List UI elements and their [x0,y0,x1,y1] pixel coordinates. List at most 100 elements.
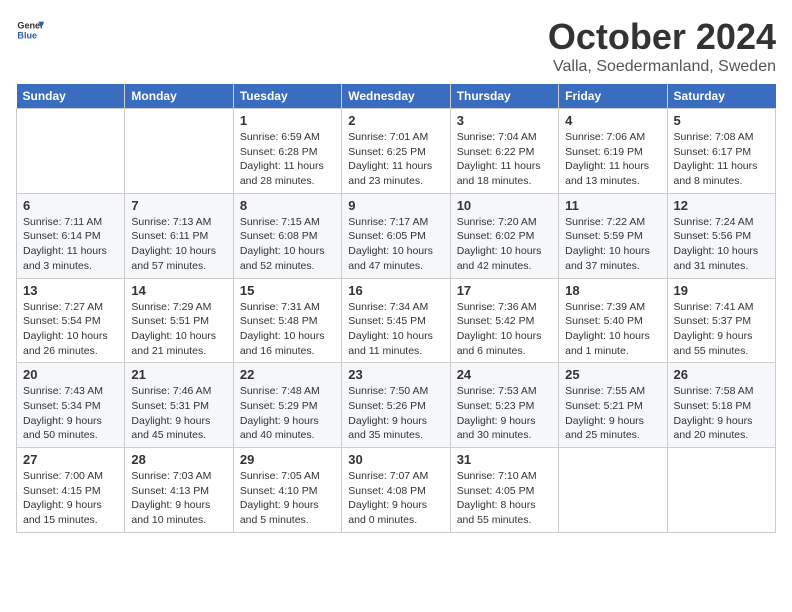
calendar-day-cell: 2 Sunrise: 7:01 AM Sunset: 6:25 PM Daylig… [342,109,450,194]
calendar-day-cell: 16 Sunrise: 7:34 AM Sunset: 5:45 PM Dayli… [342,278,450,363]
day-info: Sunrise: 7:31 AM Sunset: 5:48 PM Dayligh… [240,300,335,359]
day-info: Sunrise: 7:58 AM Sunset: 5:18 PM Dayligh… [674,384,769,443]
day-number: 15 [240,283,335,298]
day-info: Sunrise: 7:43 AM Sunset: 5:34 PM Dayligh… [23,384,118,443]
day-number: 23 [348,367,443,382]
day-info: Sunrise: 7:15 AM Sunset: 6:08 PM Dayligh… [240,215,335,274]
calendar-day-cell: 19Sunrise: 7:41 AM Sunset: 5:37 PM Dayli… [667,278,775,363]
day-info: Sunrise: 7:34 AM Sunset: 5:45 PM Dayligh… [348,300,443,359]
calendar-day-cell: 9 Sunrise: 7:17 AM Sunset: 6:05 PM Daylig… [342,193,450,278]
day-info: Sunrise: 7:39 AM Sunset: 5:40 PM Dayligh… [565,300,660,359]
calendar-day-cell [17,109,125,194]
day-number: 27 [23,452,118,467]
month-title: October 2024 [548,16,776,58]
day-info: Sunrise: 7:05 AM Sunset: 4:10 PM Dayligh… [240,469,335,528]
calendar-day-cell: 23 Sunrise: 7:50 AM Sunset: 5:26 PM Dayli… [342,363,450,448]
calendar-week-row: 6 Sunrise: 7:11 AM Sunset: 6:14 PM Daylig… [17,193,776,278]
calendar-day-cell: 18 Sunrise: 7:39 AM Sunset: 5:40 PM Dayli… [559,278,667,363]
day-number: 16 [348,283,443,298]
weekday-header: Friday [559,84,667,109]
weekday-header: Sunday [17,84,125,109]
weekday-header: Saturday [667,84,775,109]
calendar-day-cell: 3 Sunrise: 7:04 AM Sunset: 6:22 PM Daylig… [450,109,558,194]
calendar-day-cell: 5Sunrise: 7:08 AM Sunset: 6:17 PM Daylig… [667,109,775,194]
day-number: 25 [565,367,660,382]
calendar-day-cell: 10 Sunrise: 7:20 AM Sunset: 6:02 PM Dayli… [450,193,558,278]
day-number: 18 [565,283,660,298]
day-number: 21 [131,367,226,382]
day-number: 1 [240,113,335,128]
logo: General Blue [16,16,44,44]
calendar-day-cell: 17 Sunrise: 7:36 AM Sunset: 5:42 PM Dayli… [450,278,558,363]
calendar-week-row: 20 Sunrise: 7:43 AM Sunset: 5:34 PM Dayli… [17,363,776,448]
day-number: 6 [23,198,118,213]
page-header: General Blue October 2024 Valla, Soederm… [16,16,776,76]
day-info: Sunrise: 7:03 AM Sunset: 4:13 PM Dayligh… [131,469,226,528]
weekday-header: Tuesday [233,84,341,109]
calendar-week-row: 1Sunrise: 6:59 AM Sunset: 6:28 PM Daylig… [17,109,776,194]
calendar-day-cell: 31Sunrise: 7:10 AM Sunset: 4:05 PM Dayli… [450,448,558,533]
calendar-table: SundayMondayTuesdayWednesdayThursdayFrid… [16,84,776,533]
day-info: Sunrise: 7:13 AM Sunset: 6:11 PM Dayligh… [131,215,226,274]
day-info: Sunrise: 7:53 AM Sunset: 5:23 PM Dayligh… [457,384,552,443]
day-number: 30 [348,452,443,467]
day-info: Sunrise: 7:11 AM Sunset: 6:14 PM Dayligh… [23,215,118,274]
calendar-day-cell: 11 Sunrise: 7:22 AM Sunset: 5:59 PM Dayli… [559,193,667,278]
weekday-header: Thursday [450,84,558,109]
day-number: 22 [240,367,335,382]
day-info: Sunrise: 7:04 AM Sunset: 6:22 PM Dayligh… [457,130,552,189]
day-info: Sunrise: 7:22 AM Sunset: 5:59 PM Dayligh… [565,215,660,274]
day-number: 26 [674,367,769,382]
calendar-day-cell: 14 Sunrise: 7:29 AM Sunset: 5:51 PM Dayli… [125,278,233,363]
day-number: 2 [348,113,443,128]
location-subtitle: Valla, Soedermanland, Sweden [548,58,776,76]
day-number: 17 [457,283,552,298]
day-info: Sunrise: 7:36 AM Sunset: 5:42 PM Dayligh… [457,300,552,359]
day-number: 13 [23,283,118,298]
calendar-week-row: 27Sunrise: 7:00 AM Sunset: 4:15 PM Dayli… [17,448,776,533]
calendar-day-cell: 6 Sunrise: 7:11 AM Sunset: 6:14 PM Daylig… [17,193,125,278]
calendar-day-cell: 30 Sunrise: 7:07 AM Sunset: 4:08 PM Dayli… [342,448,450,533]
calendar-day-cell: 21 Sunrise: 7:46 AM Sunset: 5:31 PM Dayli… [125,363,233,448]
calendar-day-cell: 20 Sunrise: 7:43 AM Sunset: 5:34 PM Dayli… [17,363,125,448]
day-number: 3 [457,113,552,128]
calendar-day-cell: 27Sunrise: 7:00 AM Sunset: 4:15 PM Dayli… [17,448,125,533]
calendar-day-cell: 4 Sunrise: 7:06 AM Sunset: 6:19 PM Daylig… [559,109,667,194]
day-info: Sunrise: 7:55 AM Sunset: 5:21 PM Dayligh… [565,384,660,443]
day-info: Sunrise: 7:29 AM Sunset: 5:51 PM Dayligh… [131,300,226,359]
calendar-day-cell: 28Sunrise: 7:03 AM Sunset: 4:13 PM Dayli… [125,448,233,533]
day-info: Sunrise: 7:50 AM Sunset: 5:26 PM Dayligh… [348,384,443,443]
day-info: Sunrise: 7:06 AM Sunset: 6:19 PM Dayligh… [565,130,660,189]
day-number: 4 [565,113,660,128]
day-number: 11 [565,198,660,213]
svg-text:Blue: Blue [17,30,37,40]
day-info: Sunrise: 7:24 AM Sunset: 5:56 PM Dayligh… [674,215,769,274]
calendar-day-cell [667,448,775,533]
calendar-day-cell: 12Sunrise: 7:24 AM Sunset: 5:56 PM Dayli… [667,193,775,278]
day-number: 20 [23,367,118,382]
day-info: Sunrise: 7:41 AM Sunset: 5:37 PM Dayligh… [674,300,769,359]
day-info: Sunrise: 7:46 AM Sunset: 5:31 PM Dayligh… [131,384,226,443]
day-info: Sunrise: 7:07 AM Sunset: 4:08 PM Dayligh… [348,469,443,528]
calendar-day-cell: 22 Sunrise: 7:48 AM Sunset: 5:29 PM Dayli… [233,363,341,448]
calendar-day-cell: 8Sunrise: 7:15 AM Sunset: 6:08 PM Daylig… [233,193,341,278]
day-info: Sunrise: 7:48 AM Sunset: 5:29 PM Dayligh… [240,384,335,443]
calendar-day-cell: 24 Sunrise: 7:53 AM Sunset: 5:23 PM Dayli… [450,363,558,448]
day-info: Sunrise: 7:20 AM Sunset: 6:02 PM Dayligh… [457,215,552,274]
calendar-day-cell: 25 Sunrise: 7:55 AM Sunset: 5:21 PM Dayli… [559,363,667,448]
calendar-day-cell: 15 Sunrise: 7:31 AM Sunset: 5:48 PM Dayli… [233,278,341,363]
calendar-day-cell: 7 Sunrise: 7:13 AM Sunset: 6:11 PM Daylig… [125,193,233,278]
calendar-day-cell: 26 Sunrise: 7:58 AM Sunset: 5:18 PM Dayli… [667,363,775,448]
day-number: 10 [457,198,552,213]
day-number: 9 [348,198,443,213]
day-number: 7 [131,198,226,213]
day-number: 24 [457,367,552,382]
day-info: Sunrise: 7:17 AM Sunset: 6:05 PM Dayligh… [348,215,443,274]
header-row: SundayMondayTuesdayWednesdayThursdayFrid… [17,84,776,109]
day-info: Sunrise: 7:27 AM Sunset: 5:54 PM Dayligh… [23,300,118,359]
calendar-day-cell [559,448,667,533]
title-section: October 2024 Valla, Soedermanland, Swede… [548,16,776,76]
calendar-day-cell: 1Sunrise: 6:59 AM Sunset: 6:28 PM Daylig… [233,109,341,194]
day-info: Sunrise: 7:01 AM Sunset: 6:25 PM Dayligh… [348,130,443,189]
day-number: 14 [131,283,226,298]
